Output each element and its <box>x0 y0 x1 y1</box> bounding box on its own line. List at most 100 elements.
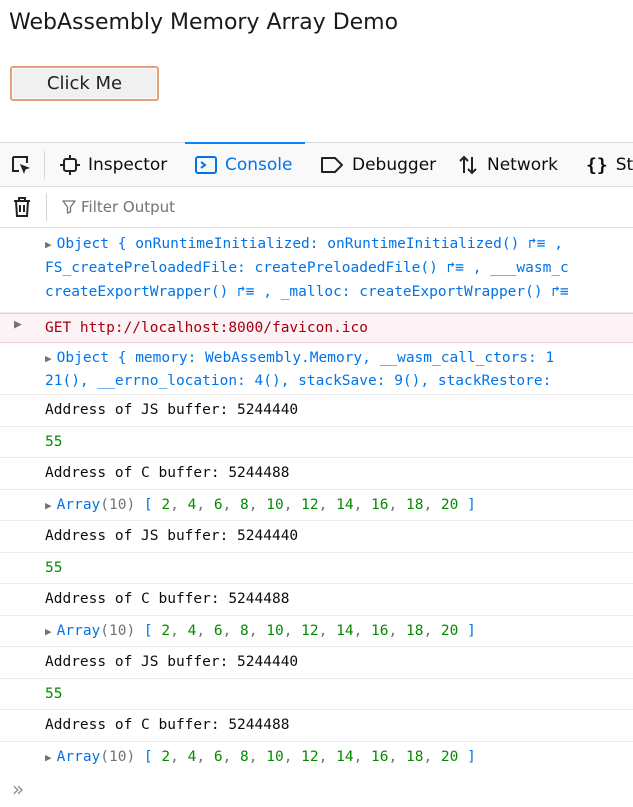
tab-style-editor[interactable]: {} St <box>586 143 633 187</box>
comma: , <box>248 622 267 639</box>
array-value: 18 <box>405 748 424 765</box>
console-input[interactable]: » <box>0 771 633 807</box>
log-text: Address of C buffer: 5244488 <box>45 717 290 733</box>
array-value: 6 <box>213 622 223 639</box>
close-bracket: ] <box>458 622 476 639</box>
comma: , <box>318 622 337 639</box>
array-value: 14 <box>336 622 354 639</box>
console-message-object[interactable]: ▶ Object { onRuntimeInitialized: onRuntim… <box>0 228 633 313</box>
comma: , <box>388 748 406 765</box>
tab-label: Inspector <box>88 155 168 175</box>
open-bracket: [ <box>135 496 162 513</box>
object-text: Object { onRuntimeInitialized: onRuntime… <box>56 236 563 252</box>
comma: , <box>196 496 214 513</box>
array-value: 16 <box>371 496 389 513</box>
filter-separator <box>46 193 47 221</box>
toolbar-separator <box>44 151 45 179</box>
comma: , <box>170 748 188 765</box>
expand-triangle-icon[interactable]: ▶ <box>45 352 52 365</box>
array-value: 14 <box>336 748 354 765</box>
open-bracket: [ <box>135 748 162 765</box>
expand-triangle-icon[interactable]: ▶ <box>45 499 52 512</box>
comma: , <box>353 748 372 765</box>
comma: , <box>283 622 302 639</box>
log-text: Address of JS buffer: 5244440 <box>45 402 299 418</box>
console-message-array[interactable]: ▶ Array(10) [ 2, 4, 6, 8, 10, 12, 14, 16,… <box>0 742 633 772</box>
console-message[interactable]: Address of JS buffer: 5244440 <box>0 647 633 679</box>
comma: , <box>353 622 372 639</box>
expand-triangle-icon[interactable]: ▶ <box>45 751 52 764</box>
console-message-array[interactable]: ▶ Array(10) [ 2, 4, 6, 8, 10, 12, 14, 16,… <box>0 490 633 521</box>
array-value: 6 <box>213 748 223 765</box>
filter-icon <box>62 200 76 214</box>
tab-console[interactable]: Console <box>185 142 304 187</box>
object-line: FS_createPreloadedFile: createPreloadedF… <box>45 260 569 276</box>
console-message[interactable]: Address of JS buffer: 5244440 <box>0 521 633 553</box>
array-value: 12 <box>301 622 319 639</box>
array-value: 20 <box>440 748 459 765</box>
comma: , <box>283 748 302 765</box>
array-value: 20 <box>440 496 459 513</box>
console-message-object[interactable]: ▶ Object { memory: WebAssembly.Memory, __… <box>0 343 633 395</box>
console-message[interactable]: Address of C buffer: 5244488 <box>0 458 633 490</box>
array-value: 2 <box>161 622 171 639</box>
close-bracket: ] <box>458 496 476 513</box>
tab-label: Network <box>487 155 558 175</box>
array-value: 18 <box>405 622 424 639</box>
tab-debugger[interactable]: Debugger <box>320 143 436 187</box>
expand-triangle-icon[interactable]: ▶ <box>45 625 52 638</box>
console-message[interactable]: 55 <box>0 553 633 584</box>
comma: , <box>318 748 337 765</box>
console-message[interactable]: Address of JS buffer: 5244440 <box>0 395 633 427</box>
tab-inspector[interactable]: Inspector <box>60 143 167 187</box>
comma: , <box>283 496 302 513</box>
array-line: ▶ Array(10) [ 2, 4, 6, 8, 10, 12, 14, 16,… <box>45 619 476 643</box>
array-length: (10) <box>100 622 136 639</box>
object-line: ▶ Object { memory: WebAssembly.Memory, __… <box>45 346 554 370</box>
click-me-button[interactable]: Click Me <box>10 66 159 101</box>
close-bracket: ] <box>458 748 476 765</box>
comma: , <box>423 748 441 765</box>
expand-triangle-icon[interactable]: ▶ <box>14 317 22 332</box>
object-line: ▶ Object { onRuntimeInitialized: onRuntim… <box>45 232 563 256</box>
filter-output-input[interactable]: Filter Output <box>62 195 175 219</box>
array-value: 2 <box>161 748 171 765</box>
console-message-array[interactable]: ▶ Array(10) [ 2, 4, 6, 8, 10, 12, 14, 16,… <box>0 616 633 647</box>
console-message[interactable]: Address of C buffer: 5244488 <box>0 710 633 742</box>
log-text: Address of C buffer: 5244488 <box>45 465 290 481</box>
element-picker-button[interactable] <box>8 152 34 178</box>
comma: , <box>222 496 241 513</box>
filter-placeholder: Filter Output <box>81 198 176 216</box>
open-bracket: [ <box>135 622 162 639</box>
comma: , <box>170 496 188 513</box>
console-message[interactable]: 55 <box>0 427 633 458</box>
array-length: (10) <box>100 496 136 513</box>
prompt-chevron-icon: » <box>12 777 25 801</box>
console-icon <box>195 155 217 175</box>
console-message[interactable]: 55 <box>0 679 633 710</box>
console-error-message[interactable]: ▶ GET http://localhost:8000/favicon.ico <box>0 313 633 343</box>
clear-console-button[interactable] <box>10 195 34 219</box>
comma: , <box>388 496 406 513</box>
array-value: 12 <box>301 496 319 513</box>
array-value: 10 <box>266 496 284 513</box>
array-name: Array <box>56 622 101 639</box>
array-value: 10 <box>266 748 284 765</box>
object-line: 21(), __errno_location: 4(), stackSave: … <box>45 373 552 389</box>
expand-triangle-icon[interactable]: ▶ <box>45 238 52 251</box>
comma: , <box>318 496 337 513</box>
array-name: Array <box>56 496 101 513</box>
comma: , <box>423 622 441 639</box>
array-value: 8 <box>240 496 249 513</box>
console-message[interactable]: Address of C buffer: 5244488 <box>0 584 633 616</box>
tab-label: St <box>615 155 633 175</box>
devtools-toolbar: Inspector Console Debugger Network {} St <box>0 142 633 187</box>
log-text: Address of JS buffer: 5244440 <box>45 654 299 670</box>
tab-network[interactable]: Network <box>457 143 558 187</box>
array-line: ▶ Array(10) [ 2, 4, 6, 8, 10, 12, 14, 16,… <box>45 493 476 517</box>
array-value: 20 <box>440 622 459 639</box>
comma: , <box>353 496 372 513</box>
array-value: 16 <box>371 622 389 639</box>
number-output: 55 <box>45 433 63 450</box>
array-value: 14 <box>336 496 354 513</box>
